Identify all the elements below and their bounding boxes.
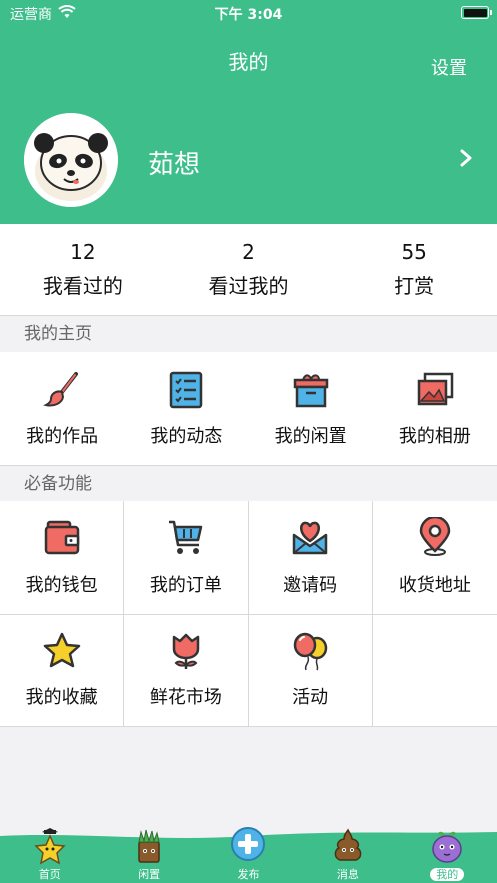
grid-item-address[interactable]: 收货地址 xyxy=(373,501,497,614)
tab-publish-label: 发布 xyxy=(237,868,260,881)
grid-item-orders[interactable]: 我的订单 xyxy=(124,501,249,614)
photo-album-icon xyxy=(417,372,454,406)
tulip-icon xyxy=(172,633,200,669)
brush-icon xyxy=(43,372,79,407)
grid-item-flower-market[interactable]: 鲜花市场 xyxy=(124,615,249,726)
stat-tips-count: 55 xyxy=(401,240,427,264)
stat-viewers-label: 看过我的 xyxy=(208,274,289,298)
location-pin-icon xyxy=(419,517,451,556)
tab-idle[interactable]: 闲置 xyxy=(99,828,198,883)
star-icon xyxy=(43,632,80,668)
cart-icon xyxy=(168,520,203,554)
status-time: 下午 3:04 xyxy=(214,7,283,23)
grid-item-activities[interactable]: 活动 xyxy=(249,615,373,726)
grid-item-wallet[interactable]: 我的钱包 xyxy=(0,501,125,614)
tab-messages[interactable]: 消息 xyxy=(298,828,397,883)
tab-bar: 首页 闲置 发布 消息 我的 xyxy=(0,827,497,883)
features-grid-row-1: 我的钱包 我的订单 邀请码 收货地址 xyxy=(0,501,497,615)
battery-icon xyxy=(461,6,492,19)
box-icon xyxy=(293,374,328,408)
stat-tips-label: 打赏 xyxy=(394,274,435,298)
plus-mascot-icon xyxy=(231,827,266,861)
grid-item-invite-code-label: 邀请码 xyxy=(283,575,338,596)
wallet-icon xyxy=(44,520,79,555)
grid-item-wallet-label: 我的钱包 xyxy=(25,575,98,596)
heart-envelope-icon xyxy=(292,521,328,555)
tab-idle-label: 闲置 xyxy=(138,868,161,881)
panda-avatar-icon xyxy=(24,113,118,207)
features-grid-row-2: 我的收藏 鲜花市场 活动 xyxy=(0,615,497,727)
grid-item-orders-label: 我的订单 xyxy=(149,575,222,596)
grid-item-moments[interactable]: 我的动态 xyxy=(124,352,248,465)
settings-button[interactable]: 设置 xyxy=(431,54,467,80)
grid-item-works[interactable]: 我的作品 xyxy=(0,352,124,465)
grid-item-album-label: 我的相册 xyxy=(398,426,471,447)
tab-mine-label-text: 我的 xyxy=(430,868,465,881)
avatar[interactable] xyxy=(24,113,118,207)
grid-item-album[interactable]: 我的相册 xyxy=(373,352,497,465)
grape-mascot-icon xyxy=(432,831,463,863)
grid-item-flower-market-label: 鲜花市场 xyxy=(149,687,222,708)
grid-item-favorites[interactable]: 我的收藏 xyxy=(0,615,125,726)
grass-mascot-icon xyxy=(138,829,160,863)
tab-messages-label: 消息 xyxy=(336,868,359,881)
tab-mine[interactable]: 我的 xyxy=(398,828,497,883)
grid-item-idle-label: 我的闲置 xyxy=(274,426,347,447)
stat-viewed-count: 12 xyxy=(70,240,96,264)
section-title-homepage: 我的主页 xyxy=(0,316,497,352)
poop-mascot-icon xyxy=(334,828,362,861)
checklist-icon xyxy=(170,371,203,409)
stats-bar: 12 我看过的 2 看过我的 55 打赏 xyxy=(0,224,497,316)
grid-item-favorites-label: 我的收藏 xyxy=(25,687,98,708)
star-mascot-icon xyxy=(34,828,66,865)
chevron-right-icon[interactable] xyxy=(459,148,473,168)
section-title-features: 必备功能 xyxy=(0,466,497,502)
tab-home-label: 首页 xyxy=(38,868,61,881)
stat-tips[interactable]: 55 打赏 xyxy=(331,224,497,315)
stat-viewed[interactable]: 12 我看过的 xyxy=(0,224,166,315)
balloons-icon xyxy=(293,632,328,671)
grid-item-activities-label: 活动 xyxy=(292,687,329,708)
profile-header: 我的 设置 茹想 xyxy=(0,26,497,224)
grid-item-address-label: 收货地址 xyxy=(398,575,471,596)
stat-viewed-label: 我看过的 xyxy=(42,274,123,298)
grid-item-idle[interactable]: 我的闲置 xyxy=(249,352,373,465)
page-title: 我的 xyxy=(228,50,269,74)
stat-viewers[interactable]: 2 看过我的 xyxy=(166,224,332,315)
grid-item-moments-label: 我的动态 xyxy=(150,426,223,447)
stat-viewers-count: 2 xyxy=(242,240,255,264)
grid-item-empty xyxy=(373,615,497,726)
tab-home[interactable]: 首页 xyxy=(0,828,99,883)
grid-item-invite-code[interactable]: 邀请码 xyxy=(249,501,373,614)
tab-mine-label: 我的 xyxy=(398,866,497,882)
status-bar: 运营商 下午 3:04 xyxy=(0,0,497,26)
grid-item-works-label: 我的作品 xyxy=(26,426,99,447)
username[interactable]: 茹想 xyxy=(148,144,200,181)
homepage-grid: 我的作品 我的动态 我的闲置 我的相册 xyxy=(0,352,497,466)
tab-publish[interactable]: 发布 xyxy=(199,827,298,883)
